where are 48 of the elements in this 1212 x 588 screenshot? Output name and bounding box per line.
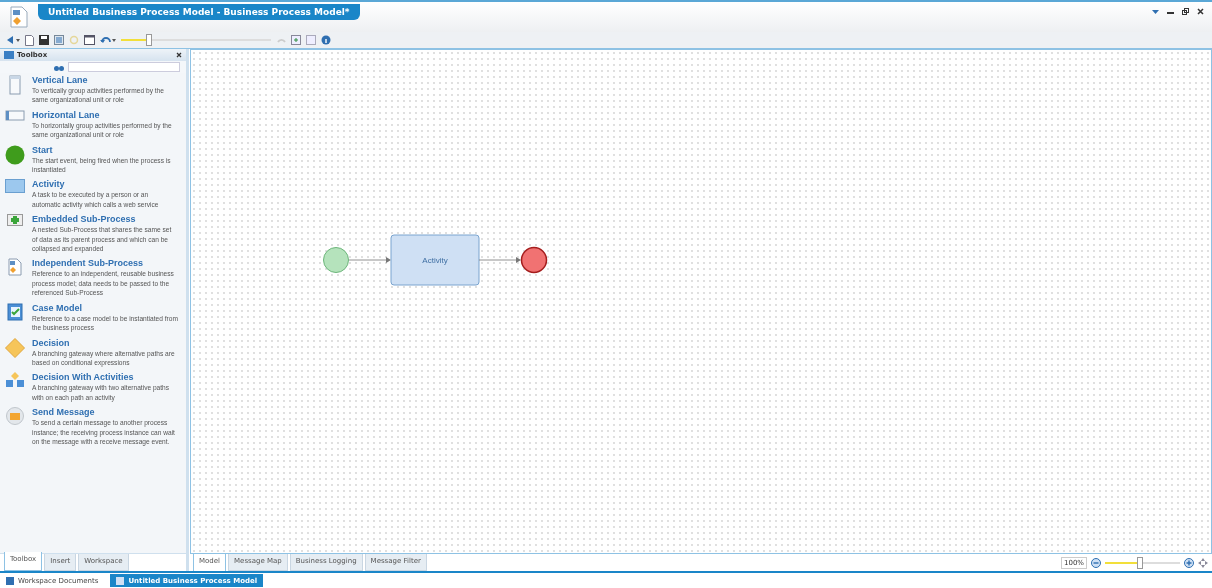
toolbox-item-title[interactable]: Vertical Lane xyxy=(32,75,178,85)
gateway-icon xyxy=(5,372,25,389)
toolbox-item-title[interactable]: Independent Sub-Process xyxy=(32,258,178,269)
zoom-in-icon[interactable] xyxy=(1184,558,1194,568)
toolbox-item-title[interactable]: Activity xyxy=(32,179,178,190)
window-icon[interactable] xyxy=(84,35,95,45)
activity-label: Activity xyxy=(422,256,448,265)
app-menu-icon[interactable] xyxy=(6,35,20,45)
plus-icon xyxy=(7,214,23,227)
connector-arrow xyxy=(348,257,391,263)
end-event xyxy=(520,246,548,274)
binoculars-icon[interactable] xyxy=(54,63,64,71)
toolbox-item-title[interactable]: Send Message xyxy=(32,407,178,418)
close-icon[interactable] xyxy=(176,52,182,58)
document-icon xyxy=(6,576,14,585)
document-icon xyxy=(116,576,125,585)
envelope-icon xyxy=(6,407,24,426)
slider-thumb[interactable] xyxy=(1136,557,1143,569)
toolbox-item-title[interactable]: Horizontal Lane xyxy=(32,109,178,120)
zoom-in-icon[interactable] xyxy=(291,35,301,45)
zoom-out-icon[interactable] xyxy=(1091,558,1101,568)
toolbox-item-title[interactable]: Decision xyxy=(32,337,178,348)
new-document-icon[interactable] xyxy=(25,34,34,46)
dropdown-icon[interactable] xyxy=(1152,8,1159,15)
connector-arrow xyxy=(478,257,521,263)
toolbox-item-title[interactable]: Start xyxy=(32,144,178,155)
checklist-icon xyxy=(7,302,23,321)
diamond-icon xyxy=(5,337,25,358)
document-icon xyxy=(8,258,22,277)
slider-thumb[interactable] xyxy=(146,34,152,46)
toolbox-item-title[interactable]: Decision With Activities xyxy=(32,372,178,383)
validate-icon[interactable] xyxy=(54,35,64,45)
save-icon[interactable] xyxy=(39,35,49,45)
window-title: Untitled Business Process Model - Business Process Model* xyxy=(38,4,360,20)
restore-icon[interactable] xyxy=(1182,8,1189,15)
close-icon[interactable] xyxy=(1197,8,1204,15)
rectangle-icon xyxy=(5,179,25,194)
app-icon[interactable] xyxy=(10,6,28,28)
search-field[interactable] xyxy=(68,62,180,72)
pan-icon[interactable] xyxy=(1198,558,1208,568)
toolbox-item-title[interactable]: Embedded Sub-Process xyxy=(32,214,178,225)
info-icon[interactable] xyxy=(321,35,331,45)
circle-icon xyxy=(5,144,25,165)
start-event xyxy=(323,247,349,273)
toolbox-icon xyxy=(4,51,14,59)
toolbox-item-title[interactable]: Case Model xyxy=(32,302,178,313)
lane-icon xyxy=(5,109,25,121)
undo-icon[interactable] xyxy=(100,35,116,45)
